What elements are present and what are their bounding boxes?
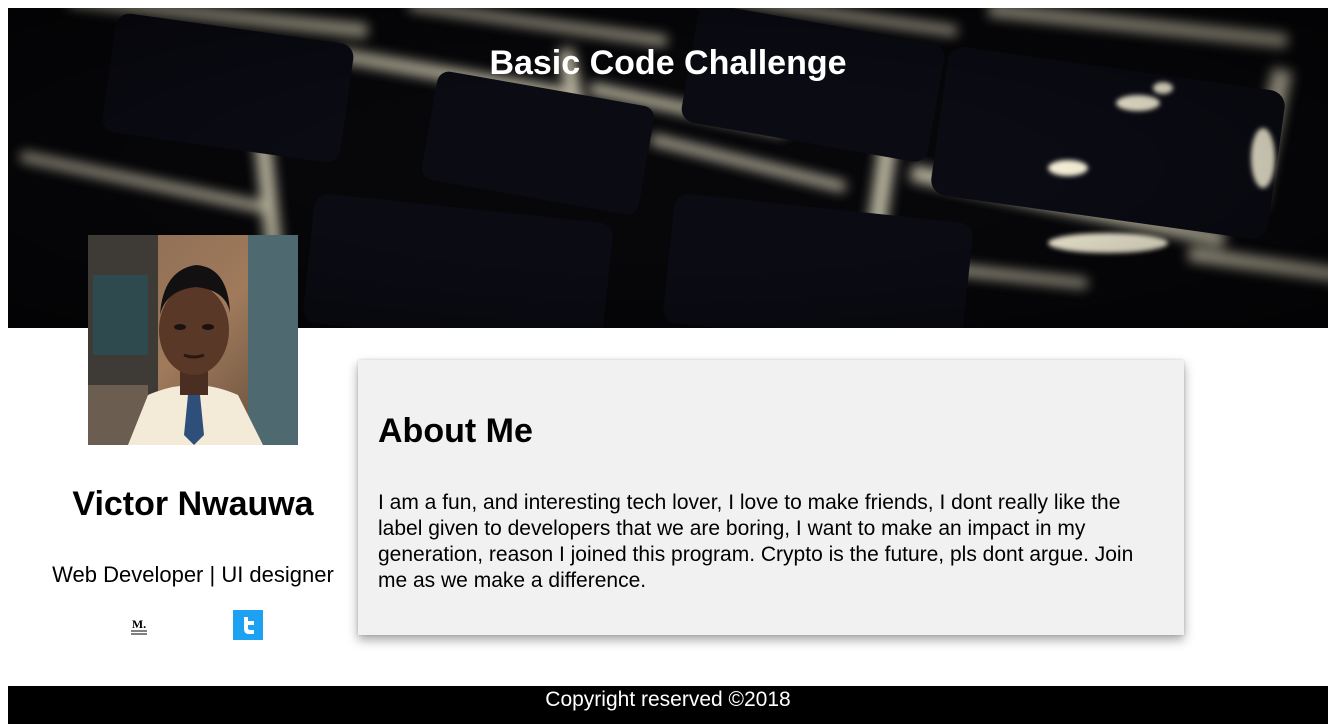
profile-avatar <box>88 235 298 445</box>
footer: Copyright reserved ©2018 <box>8 686 1328 724</box>
profile-role: Web Developer | UI designer <box>52 562 334 587</box>
twitter-icon <box>233 610 263 640</box>
medium-icon-glyph: M. <box>132 617 146 631</box>
avatar-photo <box>88 235 298 445</box>
twitter-link[interactable] <box>233 610 263 640</box>
about-card: About Me I am a fun, and interesting tec… <box>358 360 1184 635</box>
about-heading: About Me <box>378 412 533 450</box>
about-text: I am a fun, and interesting tech lover, … <box>378 491 1134 592</box>
site-title: Basic Code Challenge <box>489 44 847 82</box>
profile-name: Victor Nwauwa <box>72 485 314 523</box>
medium-link[interactable]: M. <box>124 610 154 640</box>
medium-icon: M. <box>131 617 147 635</box>
copyright-text: Copyright reserved ©2018 <box>545 688 791 711</box>
